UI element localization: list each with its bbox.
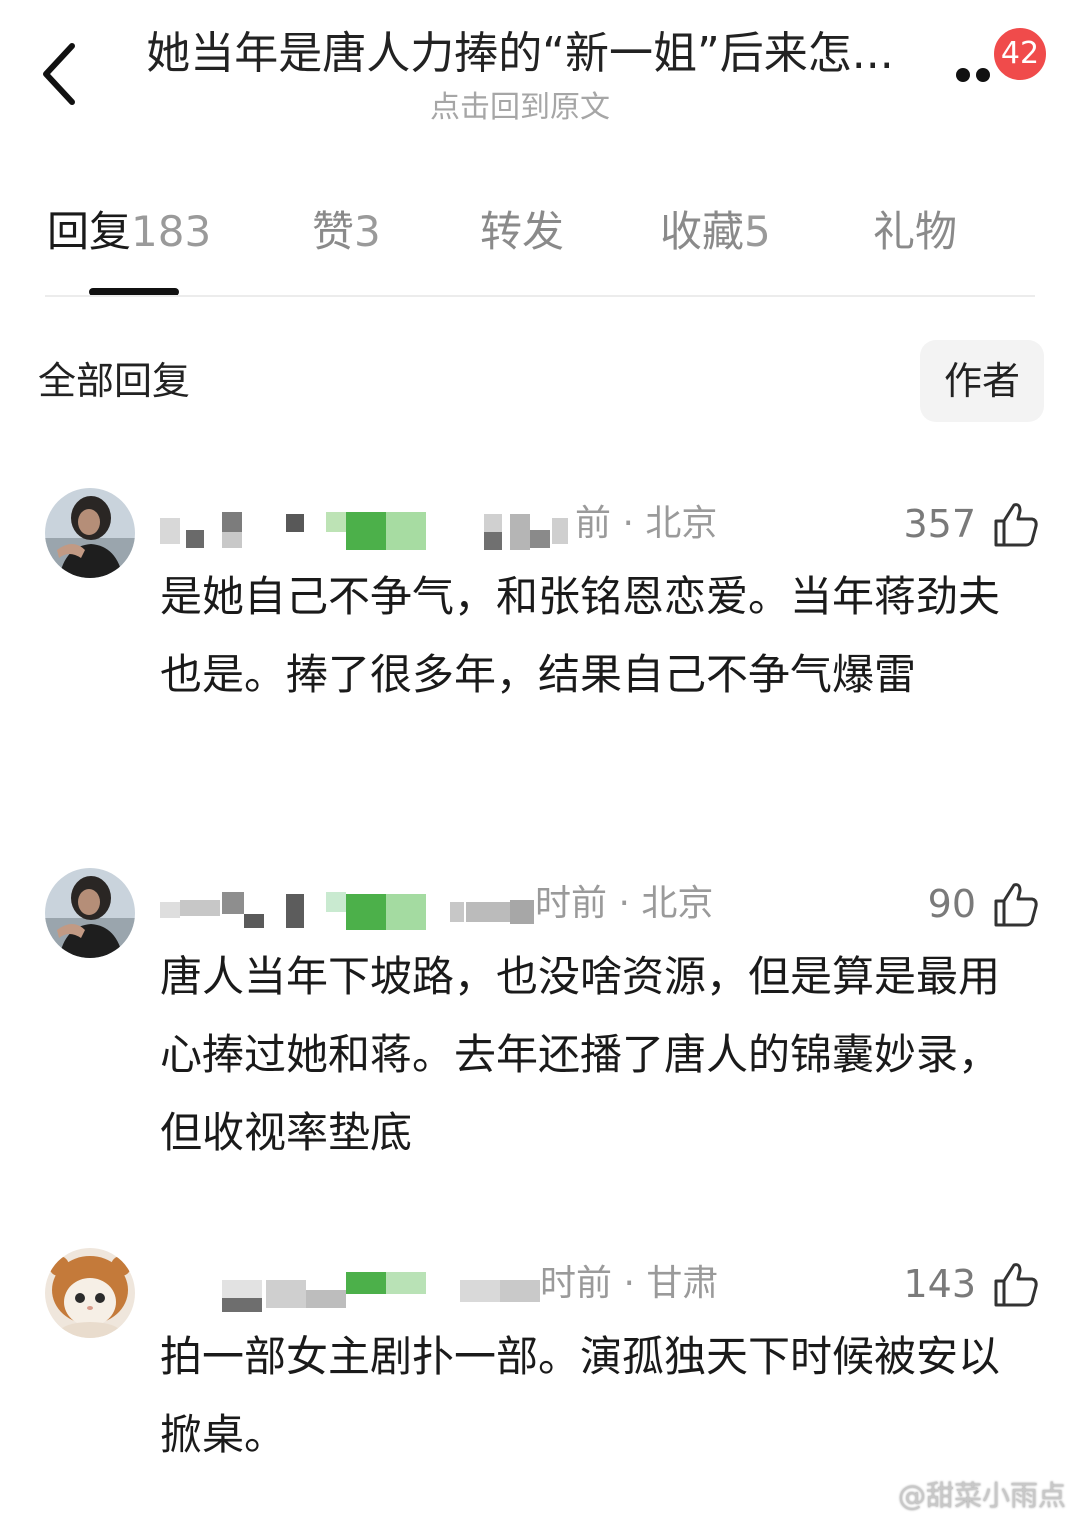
user-avatar-image <box>45 868 135 958</box>
like-count: 143 <box>903 1262 976 1306</box>
comment-text: 唐人当年下坡路，也没啥资源，但是算是最用心捧过她和蒋。去年还播了唐人的锦囊妙录，… <box>160 952 1001 1157</box>
comment-item: 时前 · 甘肃 143 拍一部女主剧扑一部。演孤独天下时候被安以掀桌。 <box>0 1248 1080 1478</box>
blurred-username <box>160 880 590 930</box>
comment-meta: 前 · 北京 357 <box>160 496 1040 552</box>
like-count: 357 <box>903 502 976 546</box>
tab-count: 183 <box>131 207 212 256</box>
chevron-left-icon <box>43 43 75 105</box>
tab-label: 回复 <box>47 207 132 256</box>
title-area[interactable]: 她当年是唐人力捧的“新一姐”后来怎... 点击回到原文 <box>140 26 900 128</box>
comment-text: 拍一部女主剧扑一部。演孤独天下时候被安以掀桌。 <box>160 1332 1001 1459</box>
comment-item: 前 · 北京 357 是她自己不争气，和张铭恩恋爱。当年蒋劲夫也是。捧了很多年，… <box>0 488 1080 788</box>
comment-time-location: 前 · 北京 <box>575 503 718 544</box>
more-dot <box>976 68 990 82</box>
all-replies-label: 全部回复 <box>38 359 191 403</box>
tab-replies[interactable]: 回复183 <box>47 200 211 264</box>
tab-label: 礼物 <box>873 207 958 256</box>
tab-count: 3 <box>354 207 381 256</box>
like-button[interactable]: 90 <box>928 876 1040 932</box>
top-bar: 她当年是唐人力捧的“新一姐”后来怎... 点击回到原文 42 <box>0 0 1080 140</box>
back-button[interactable] <box>30 38 90 108</box>
comment-text: 是她自己不争气，和张铭恩恋爱。当年蒋劲夫也是。捧了很多年，结果自己不争气爆雷 <box>160 572 1001 699</box>
comment-time-location: 时前 · 甘肃 <box>540 1263 719 1304</box>
back-to-original-link[interactable]: 点击回到原文 <box>140 88 900 128</box>
comment-time-location: 时前 · 北京 <box>535 883 714 924</box>
tab-gifts[interactable]: 礼物 <box>873 200 957 264</box>
avatar[interactable] <box>45 488 135 578</box>
thumbs-up-icon <box>990 879 1040 929</box>
tab-label: 收藏 <box>660 207 745 256</box>
blurred-username <box>160 1260 590 1312</box>
tab-favorites[interactable]: 收藏5 <box>660 200 771 264</box>
blurred-username <box>160 500 590 550</box>
like-button[interactable]: 143 <box>903 1256 1040 1312</box>
thumbs-up-icon <box>990 1259 1040 1309</box>
notification-badge[interactable]: 42 <box>990 24 1050 84</box>
like-button[interactable]: 357 <box>903 496 1040 552</box>
avatar[interactable] <box>45 868 135 958</box>
avatar[interactable] <box>45 1248 135 1338</box>
user-avatar-image <box>45 488 135 578</box>
tab-reposts[interactable]: 转发 <box>480 200 564 264</box>
page-title: 她当年是唐人力捧的“新一姐”后来怎... <box>146 28 894 79</box>
cat-avatar-image <box>45 1248 135 1338</box>
like-count: 90 <box>927 882 976 926</box>
comment-meta: 时前 · 北京 90 <box>160 876 1040 932</box>
tab-label: 赞 <box>312 207 355 256</box>
watermark: @甜菜小雨点 <box>897 1479 1066 1512</box>
comment-item: 时前 · 北京 90 唐人当年下坡路，也没啥资源，但是算是最用心捧过她和蒋。去年… <box>0 868 1080 1168</box>
divider <box>45 295 1035 297</box>
comment-meta: 时前 · 甘肃 143 <box>160 1256 1040 1312</box>
thumbs-up-icon <box>990 499 1040 549</box>
tab-count: 5 <box>744 207 771 256</box>
tab-likes[interactable]: 赞3 <box>312 200 381 264</box>
more-dots-icon <box>956 68 970 82</box>
tab-label: 转发 <box>480 207 565 256</box>
tab-bar: 回复183 赞3 转发 收藏5 礼物 <box>45 200 1035 300</box>
author-filter-button[interactable]: 作者 <box>920 340 1044 422</box>
